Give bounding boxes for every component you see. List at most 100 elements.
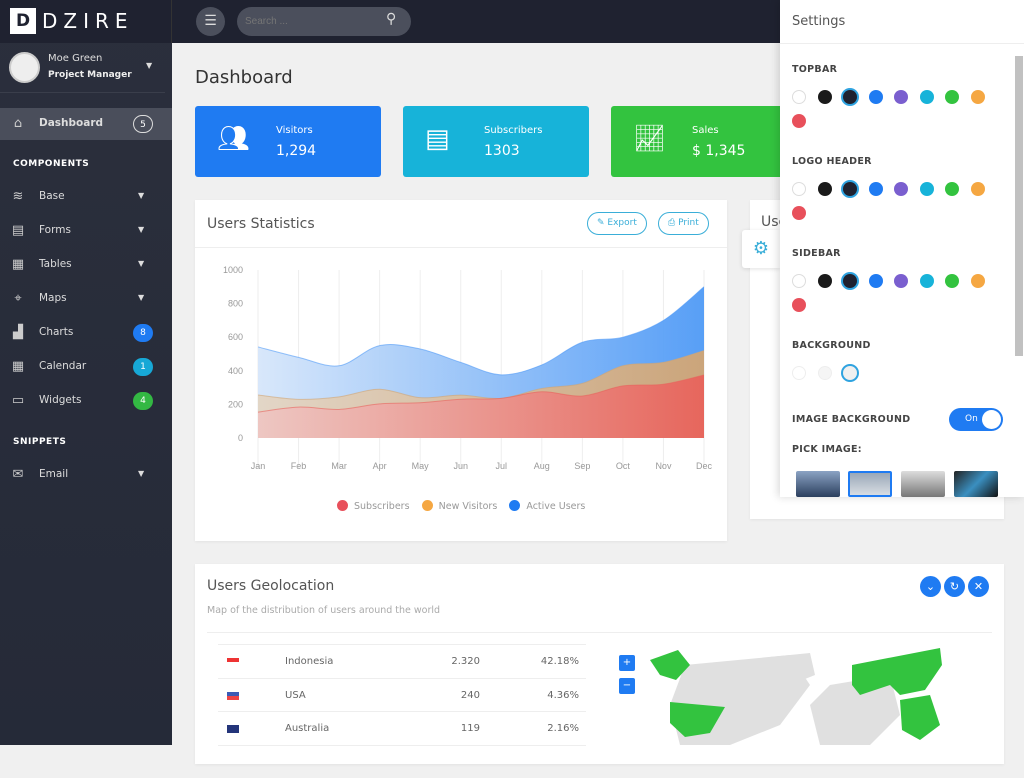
topbar-color-swatch[interactable] <box>945 90 959 104</box>
user-count: 119 <box>461 723 480 734</box>
country-name: Australia <box>285 723 329 734</box>
topbar-label: TOPBAR <box>792 64 837 75</box>
background-color-swatch[interactable] <box>818 366 832 380</box>
topbar-color-swatch[interactable] <box>843 90 857 104</box>
card-subtitle: Map of the distribution of users around … <box>207 605 440 616</box>
background-color-swatch[interactable] <box>843 366 857 380</box>
logo-mark: D <box>10 8 36 34</box>
sidebar-item-label: Tables <box>39 258 72 270</box>
logo-header-color-swatch[interactable] <box>971 182 985 196</box>
zoom-out-button[interactable]: − <box>619 678 635 694</box>
close-button[interactable]: ✕ <box>968 576 989 597</box>
topbar-color-swatch[interactable] <box>920 90 934 104</box>
background-color-swatch[interactable] <box>792 366 806 380</box>
sidebar-item-dashboard[interactable]: ⌂ Dashboard 5 <box>0 108 172 140</box>
user-count: 240 <box>461 690 480 701</box>
stat-card-visitors: 👥︎ Visitors 1,294 <box>195 106 381 177</box>
background-image-4[interactable] <box>954 471 998 497</box>
stat-label: Visitors <box>276 125 313 136</box>
image-background-label: IMAGE BACKGROUND <box>792 414 910 425</box>
usa-flag-icon <box>227 692 239 700</box>
logo-header-label: LOGO HEADER <box>792 156 872 167</box>
logo-header-color-swatch[interactable] <box>894 182 908 196</box>
sidebar-item-label: Maps <box>39 292 67 304</box>
collapse-button[interactable]: ⌄ <box>920 576 941 597</box>
search-icon[interactable]: ⚲ <box>386 11 396 27</box>
topbar-color-swatch[interactable] <box>818 90 832 104</box>
layers-icon: ≋ <box>10 189 26 204</box>
sidebar-item-base[interactable]: ≋ Base ▼ <box>0 181 172 213</box>
sidebar-color-swatch[interactable] <box>869 274 883 288</box>
settings-gear-button[interactable]: ⚙ <box>742 230 780 268</box>
sidebar-color-swatch[interactable] <box>894 274 908 288</box>
logo-header[interactable]: D DZIRE <box>0 0 172 43</box>
y-tick-label: 600 <box>228 332 243 342</box>
sidebar-item-calendar[interactable]: ▦ Calendar 1 <box>0 351 172 383</box>
legend-subscribers[interactable]: Subscribers <box>337 501 410 512</box>
user-count: 2.320 <box>451 656 480 667</box>
x-tick-label: Mar <box>331 461 347 471</box>
settings-title: Settings <box>780 0 1024 44</box>
sidebar-item-charts[interactable]: ▟ Charts 8 <box>0 317 172 349</box>
topbar-color-swatch[interactable] <box>792 114 806 128</box>
stat-value: 1,294 <box>276 143 316 159</box>
x-tick-label: Jul <box>496 461 508 471</box>
sidebar-color-swatch[interactable] <box>843 274 857 288</box>
logo-header-color-swatch[interactable] <box>792 182 806 196</box>
user-profile[interactable]: Moe Green Project Manager ▼ <box>0 43 165 93</box>
background-image-2[interactable] <box>848 471 892 497</box>
settings-scrollbar[interactable] <box>1015 56 1023 356</box>
x-tick-label: Sep <box>574 461 590 471</box>
dashboard-badge: 5 <box>133 115 153 133</box>
image-background-toggle[interactable]: On <box>949 408 1003 431</box>
search-input[interactable] <box>237 7 411 36</box>
sidebar-color-swatch[interactable] <box>945 274 959 288</box>
sidebar-color-swatch[interactable] <box>818 274 832 288</box>
zoom-in-button[interactable]: + <box>619 655 635 671</box>
sidebar-item-tables[interactable]: ▦ Tables ▼ <box>0 249 172 281</box>
sidebar-badge: 8 <box>133 324 153 342</box>
logo-header-color-swatch[interactable] <box>843 182 857 196</box>
sidebar: D DZIRE Moe Green Project Manager ▼ ⌂ Da… <box>0 0 172 745</box>
x-tick-label: Nov <box>655 461 672 471</box>
y-tick-label: 800 <box>228 299 243 309</box>
divider <box>207 632 992 633</box>
topbar-color-swatch[interactable] <box>894 90 908 104</box>
x-tick-label: May <box>412 461 430 471</box>
sidebar-item-maps[interactable]: ⌖ Maps ▼ <box>0 283 172 315</box>
caret-down-icon[interactable]: ▼ <box>146 61 152 70</box>
sidebar-item-label: Charts <box>39 326 73 338</box>
sidebar-color-swatch[interactable] <box>971 274 985 288</box>
stat-label: Sales <box>692 125 719 136</box>
background-image-1[interactable] <box>796 471 840 497</box>
logo-header-color-swatch[interactable] <box>920 182 934 196</box>
sidebar-color-swatch[interactable] <box>792 298 806 312</box>
sidebar-color-swatch[interactable] <box>792 274 806 288</box>
sidebar-item-widgets[interactable]: ▭ Widgets 4 <box>0 385 172 417</box>
logo-header-color-swatch[interactable] <box>945 182 959 196</box>
logo-header-color-swatch[interactable] <box>818 182 832 196</box>
background-image-3[interactable] <box>901 471 945 497</box>
sidebar-item-forms[interactable]: ▤ Forms ▼ <box>0 215 172 247</box>
calendar-icon: ▦ <box>10 359 26 374</box>
y-tick-label: 0 <box>238 433 243 443</box>
topbar-color-swatch[interactable] <box>971 90 985 104</box>
logo-header-color-swatch[interactable] <box>792 206 806 220</box>
topbar-color-swatch[interactable] <box>792 90 806 104</box>
refresh-button[interactable]: ↻ <box>944 576 965 597</box>
topbar-color-swatch[interactable] <box>869 90 883 104</box>
stat-card-sales: 📈︎ Sales $ 1,345 <box>611 106 797 177</box>
sidebar-color-swatch[interactable] <box>920 274 934 288</box>
hamburger-menu-button[interactable]: ☰ <box>196 7 225 36</box>
caret-down-icon: ▼ <box>138 191 144 200</box>
legend-new-visitors[interactable]: New Visitors <box>422 501 498 512</box>
world-map[interactable] <box>640 645 970 745</box>
user-percent: 42.18% <box>541 656 579 667</box>
toggle-label: On <box>965 414 978 424</box>
legend-active-users[interactable]: Active Users <box>509 501 585 512</box>
caret-down-icon: ▼ <box>138 469 144 478</box>
x-tick-label: Oct <box>616 461 631 471</box>
logo-header-color-swatch[interactable] <box>869 182 883 196</box>
user-percent: 2.16% <box>547 723 579 734</box>
sidebar-item-email[interactable]: ✉ Email ▼ <box>0 459 172 491</box>
